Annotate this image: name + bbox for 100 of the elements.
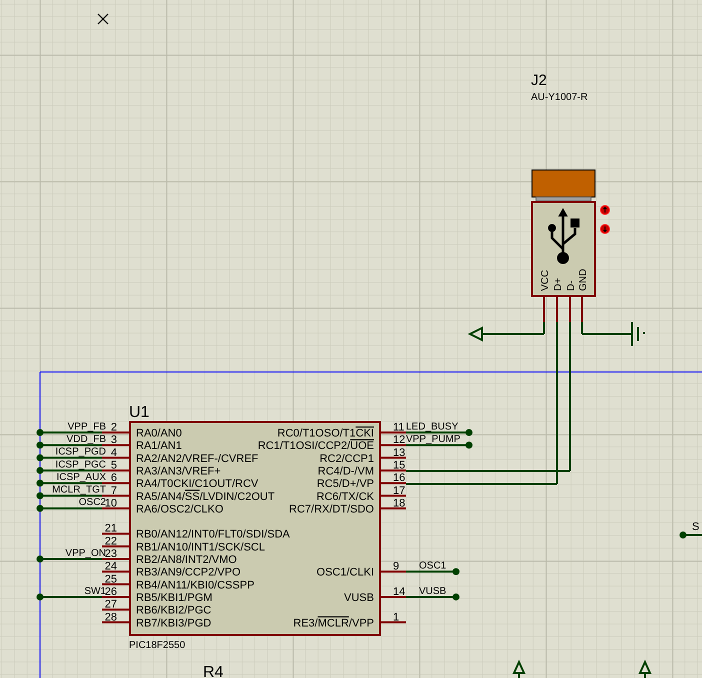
pin-name: RC2/CCP1: [320, 452, 374, 465]
pin-name: RB6/KBI2/PGC: [136, 604, 212, 617]
pin-name: RB7/KBI3/PGD: [136, 617, 212, 630]
pin-number: 16: [393, 472, 406, 484]
pin-name: D+: [553, 278, 564, 291]
pin-lead: [102, 596, 130, 598]
net-label: OSC1: [419, 560, 446, 572]
connector-shield: [536, 196, 592, 202]
net-label: ICSP_PGC: [55, 459, 106, 470]
pin-name: RB2/AN8/INT2/VMO: [136, 554, 237, 566]
junction-dot: [36, 492, 44, 500]
component-reference: J2: [531, 72, 547, 89]
pin-lead: [380, 456, 406, 459]
net-label: ICSP_PGD: [55, 446, 106, 458]
pin-lead: [102, 456, 130, 459]
pin-name: RA3/AN3/VREF+: [136, 465, 221, 478]
component-reference: R4: [203, 664, 224, 678]
pin-number: 28: [104, 611, 117, 624]
pin-number: 13: [393, 446, 406, 459]
pin-name: RC4/D-/VM: [318, 465, 374, 478]
pin-lead: [380, 469, 406, 472]
ground-symbol: [631, 322, 645, 346]
pin-number: 2: [110, 422, 117, 434]
connector-housing: [532, 170, 596, 198]
pin-name: RC1/T1OSI/CCP2/UOE: [258, 440, 374, 452]
pin-number: 1: [393, 611, 400, 624]
pin-lead: [102, 444, 130, 446]
junction-dot: [36, 442, 44, 449]
pin-number: 9: [393, 560, 400, 573]
pin-lead: [380, 482, 406, 484]
pin-name: VCC: [540, 270, 551, 291]
pin-lead: [380, 621, 406, 624]
junction-dot: [36, 593, 44, 600]
pin-number: 15: [393, 459, 406, 472]
pin-number: 26: [104, 586, 117, 598]
junction-dot: [36, 556, 44, 562]
pin-name: RA4/T0CKI/C1OUT/RCV: [136, 478, 258, 490]
part-number: AU-Y1007-R: [531, 92, 588, 103]
pin-name: RA6/OSC2/CLKO: [136, 503, 224, 516]
net-label: ICSP_AUX: [56, 472, 106, 483]
pin-number: 18: [393, 497, 406, 510]
pin-number: 3: [110, 434, 117, 446]
power-terminal-arrow: [512, 660, 526, 678]
pin-name: OSC1/CLKI: [316, 566, 374, 579]
pin-lead: [380, 507, 406, 510]
pin-number: 21: [104, 522, 117, 535]
net-label: MCLR_TGT: [52, 484, 106, 496]
junction-dot: [680, 532, 686, 538]
pin-name: D-: [566, 280, 577, 291]
pin-lead: [102, 532, 130, 535]
pin-lead: [102, 482, 130, 484]
pin-number: 22: [104, 535, 117, 548]
pin-lead: [380, 494, 406, 497]
net-label: VPP_ON: [65, 548, 106, 559]
pin-lead: [102, 469, 130, 472]
junction-dot: [36, 454, 44, 462]
pin-number: 4: [110, 446, 117, 459]
pin-name: RA1/AN1: [136, 440, 182, 452]
power-terminal-arrow: [638, 660, 652, 678]
pin-name: RC0/T1OSO/T1CKI: [277, 428, 374, 440]
pin-name: RA5/AN4/SS/LVDIN/C2OUT: [136, 490, 275, 503]
pin-name: RE3/MCLR/VPP: [293, 617, 374, 630]
pin-lead: [380, 596, 406, 598]
junction-dot: [452, 593, 460, 600]
pin-number: 24: [104, 560, 117, 573]
junction-dot: [466, 429, 472, 436]
pin-number: 7: [110, 484, 117, 497]
pin-name: RB3/AN9/CCP2/VPO: [136, 566, 241, 579]
net-label: LED_BUSY: [406, 421, 458, 432]
net-label: VPP_PUMP: [406, 434, 460, 445]
pin-name: RA2/AN2/VREF-/CVREF: [136, 452, 258, 465]
pin-number: 12: [393, 434, 406, 446]
pin-lead: [102, 570, 130, 573]
pin-name: RB0/AN12/INT0/FLT0/SDI/SDA: [136, 528, 290, 541]
pin-name: GND: [578, 268, 589, 291]
pin-name: VUSB: [344, 592, 374, 604]
net-label: VPP_FB: [68, 421, 106, 432]
net-label: VUSB: [419, 586, 446, 597]
junction-dot: [36, 429, 44, 436]
pin-lead: [380, 570, 406, 573]
pin-number: 17: [393, 484, 406, 497]
junction-dot: [466, 442, 472, 449]
pin-number: 11: [393, 422, 404, 434]
pin-number: 25: [104, 573, 117, 586]
junction-dot: [452, 568, 460, 576]
pin-number: 6: [110, 472, 117, 484]
pin-number: 5: [110, 459, 117, 472]
origin-cross-icon: [98, 14, 108, 24]
usb-symbol-icon: [548, 208, 580, 264]
pin-name: RB4/AN11/KBI0/CSSPP: [136, 579, 254, 592]
power-terminal-arrow: [468, 326, 483, 342]
pin-lead: [102, 507, 130, 510]
pin-name: RC5/D+/VP: [316, 478, 374, 490]
pin-number: 10: [104, 497, 117, 510]
pin-name: RB5/KBI1/PGM: [136, 592, 212, 604]
pin-name: RC7/RX/DT/SDO: [289, 503, 374, 516]
pin-name: RA0/AN0: [136, 428, 182, 440]
net-label: VDD_FB: [66, 434, 106, 445]
pin-lead: [102, 494, 130, 497]
junction-dot: [36, 504, 44, 512]
